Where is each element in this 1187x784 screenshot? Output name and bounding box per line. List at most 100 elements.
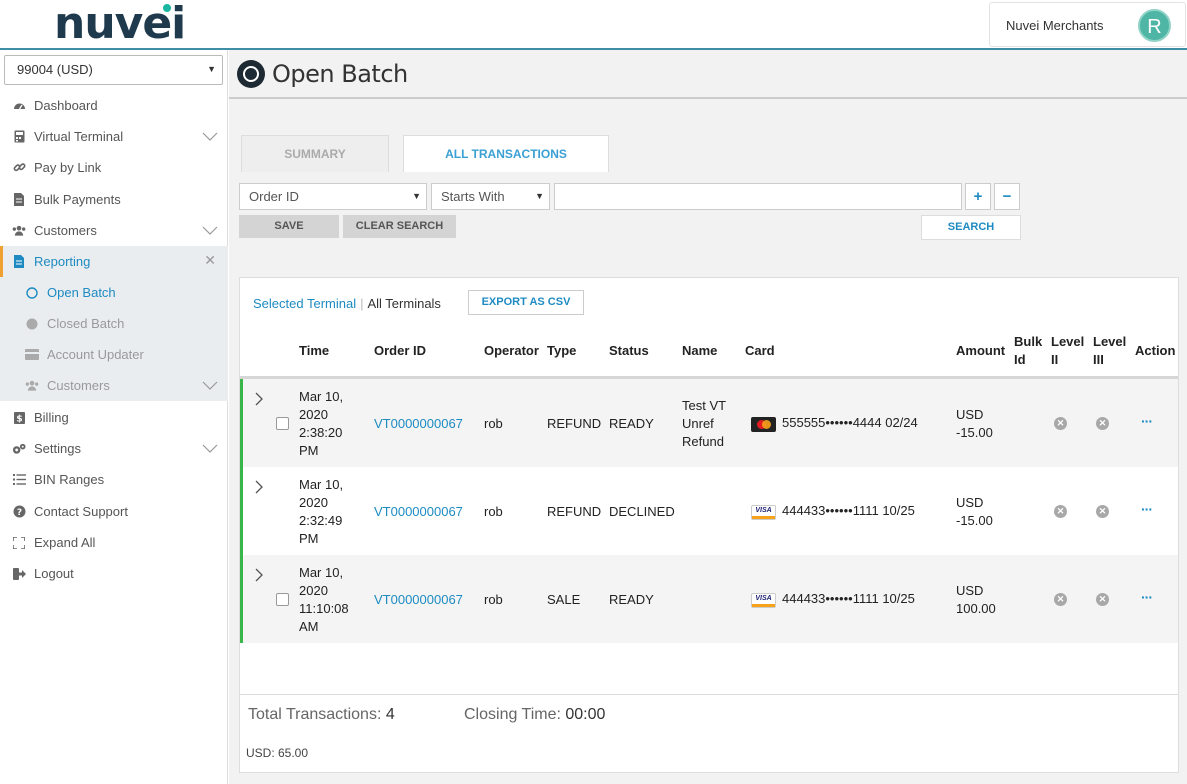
more-actions-icon[interactable]: ···: [1141, 589, 1153, 605]
cell-type: REFUND: [547, 416, 602, 431]
sidebar-item-report-customers[interactable]: Customers: [0, 370, 228, 401]
top-bar: nuvei Nuvei Merchants R: [0, 0, 1187, 50]
save-button[interactable]: SAVE: [239, 215, 339, 238]
chevron-down-icon: [202, 381, 218, 390]
caret-down-icon: ▼: [207, 64, 216, 74]
sidebar-item-label: Customers: [47, 378, 110, 393]
col-level-ii[interactable]: Level II: [1051, 333, 1087, 369]
chevron-right-icon[interactable]: [253, 392, 265, 406]
terminal-select[interactable]: 99004 (USD) ▼: [4, 55, 223, 85]
more-actions-icon[interactable]: ···: [1141, 413, 1153, 429]
col-bulk-id[interactable]: Bulk Id: [1014, 333, 1044, 369]
sidebar-item-reporting[interactable]: Reporting ✕: [0, 246, 228, 277]
closing-time: Closing Time: 00:00: [464, 706, 605, 724]
visa-icon: VISA: [751, 593, 776, 608]
sidebar-item-billing[interactable]: $ Billing: [0, 402, 228, 433]
sidebar-item-bin-ranges[interactable]: BIN Ranges: [0, 464, 228, 495]
sidebar-item-expand-all[interactable]: Expand All: [0, 527, 228, 558]
cell-status: DECLINED: [609, 504, 675, 519]
clear-search-button[interactable]: CLEAR SEARCH: [343, 215, 456, 238]
col-level-iii[interactable]: Level III: [1093, 333, 1129, 369]
search-field-value: Order ID: [249, 189, 299, 204]
col-card[interactable]: Card: [745, 342, 775, 360]
cell-operator: rob: [484, 416, 503, 431]
col-type[interactable]: Type: [547, 342, 576, 360]
level-ii-x-icon: ✕: [1054, 505, 1067, 518]
sidebar-item-customers[interactable]: Customers: [0, 215, 228, 246]
row-checkbox[interactable]: [276, 417, 289, 430]
main-content: Open Batch SUMMARY ALL TRANSACTIONS Orde…: [229, 50, 1187, 784]
col-time[interactable]: Time: [299, 342, 329, 360]
billing-icon: $: [12, 411, 26, 425]
sidebar-item-settings[interactable]: Settings: [0, 433, 228, 464]
cell-card: 444433••••••1111 10/25: [782, 591, 915, 606]
footer-divider: [240, 694, 1178, 695]
search-operator-select[interactable]: Starts With ▼: [431, 183, 550, 210]
table-row[interactable]: Mar 10, 2020 11:10:08 AM VT0000000067 ro…: [240, 555, 1178, 643]
chevron-right-icon[interactable]: [253, 568, 265, 582]
sidebar-item-label: Open Batch: [47, 285, 116, 300]
all-terminals-link[interactable]: All Terminals: [367, 296, 440, 311]
cell-time: Mar 10, 2020 11:10:08 AM: [299, 565, 349, 634]
sidebar-item-account-updater[interactable]: Account Updater: [0, 339, 228, 370]
cell-operator: rob: [484, 504, 503, 519]
sidebar-item-pay-by-link[interactable]: Pay by Link: [0, 152, 228, 183]
sidebar-item-open-batch[interactable]: Open Batch: [0, 277, 228, 308]
selected-terminal-link[interactable]: Selected Terminal: [253, 296, 356, 311]
sidebar-item-bulk-payments[interactable]: Bulk Payments: [0, 184, 228, 215]
tab-summary[interactable]: SUMMARY: [241, 135, 389, 172]
sidebar-item-dashboard[interactable]: Dashboard: [0, 90, 228, 121]
cell-order-id[interactable]: VT0000000067: [374, 415, 463, 433]
col-name[interactable]: Name: [682, 342, 717, 360]
terminal-filter: Selected Terminal | All Terminals: [253, 296, 441, 311]
cell-order-id[interactable]: VT0000000067: [374, 591, 463, 609]
sidebar-item-label: BIN Ranges: [34, 472, 105, 487]
sidebar-item-closed-batch[interactable]: Closed Batch: [0, 308, 228, 339]
sidebar-item-virtual-terminal[interactable]: Virtual Terminal: [0, 121, 228, 152]
level-iii-x-icon: ✕: [1096, 417, 1109, 430]
separator: |: [360, 296, 364, 311]
sidebar: 99004 (USD) ▼ Dashboard Virtual Terminal…: [0, 50, 228, 784]
level-ii-x-icon: ✕: [1054, 593, 1067, 606]
search-button[interactable]: SEARCH: [921, 215, 1021, 240]
col-amount[interactable]: Amount: [956, 342, 1005, 360]
account-menu[interactable]: Nuvei Merchants R: [989, 2, 1186, 47]
col-operator[interactable]: Operator: [484, 342, 539, 360]
cell-amount: USD -15.00: [956, 495, 993, 528]
sidebar-item-label: Expand All: [34, 535, 96, 550]
close-icon[interactable]: ✕: [204, 252, 216, 269]
add-criteria-button[interactable]: +: [965, 183, 991, 210]
cell-time: Mar 10, 2020 2:38:20 PM: [299, 389, 344, 458]
transactions-panel: Selected Terminal | All Terminals EXPORT A…: [239, 277, 1179, 773]
sidebar-item-logout[interactable]: Logout: [0, 558, 228, 589]
cell-card: 444433••••••1111 10/25: [782, 503, 915, 518]
col-status[interactable]: Status: [609, 342, 649, 360]
more-actions-icon[interactable]: ···: [1141, 501, 1153, 517]
table-row[interactable]: Mar 10, 2020 2:38:20 PM VT0000000067 rob…: [240, 379, 1178, 467]
cell-order-id[interactable]: VT0000000067: [374, 503, 463, 521]
tab-all-transactions[interactable]: ALL TRANSACTIONS: [403, 135, 609, 172]
cell-status: READY: [609, 592, 654, 607]
search-field-select[interactable]: Order ID ▼: [239, 183, 427, 210]
table-row[interactable]: Mar 10, 2020 2:32:49 PM VT0000000067 rob…: [240, 467, 1178, 555]
file-icon: [12, 193, 26, 207]
users-icon: [25, 379, 39, 393]
col-action[interactable]: Action: [1135, 342, 1175, 360]
usd-total: USD: 65.00: [246, 746, 309, 760]
col-order-id[interactable]: Order ID: [374, 342, 426, 360]
remove-criteria-button[interactable]: −: [994, 183, 1020, 210]
export-csv-button[interactable]: EXPORT AS CSV: [468, 290, 584, 315]
sidebar-item-label: Bulk Payments: [34, 192, 121, 207]
cell-time: Mar 10, 2020 2:32:49 PM: [299, 477, 344, 546]
caret-down-icon: ▼: [412, 191, 421, 201]
sidebar-item-contact-support[interactable]: ? Contact Support: [0, 496, 228, 527]
expand-icon: [12, 536, 26, 550]
avatar[interactable]: R: [1138, 9, 1171, 42]
search-value-input[interactable]: [554, 183, 962, 210]
logout-icon: [12, 567, 26, 581]
list-icon: [12, 473, 26, 487]
row-checkbox[interactable]: [276, 593, 289, 606]
chevron-right-icon[interactable]: [253, 480, 265, 494]
cell-operator: rob: [484, 592, 503, 607]
chevron-down-icon: [202, 444, 218, 453]
